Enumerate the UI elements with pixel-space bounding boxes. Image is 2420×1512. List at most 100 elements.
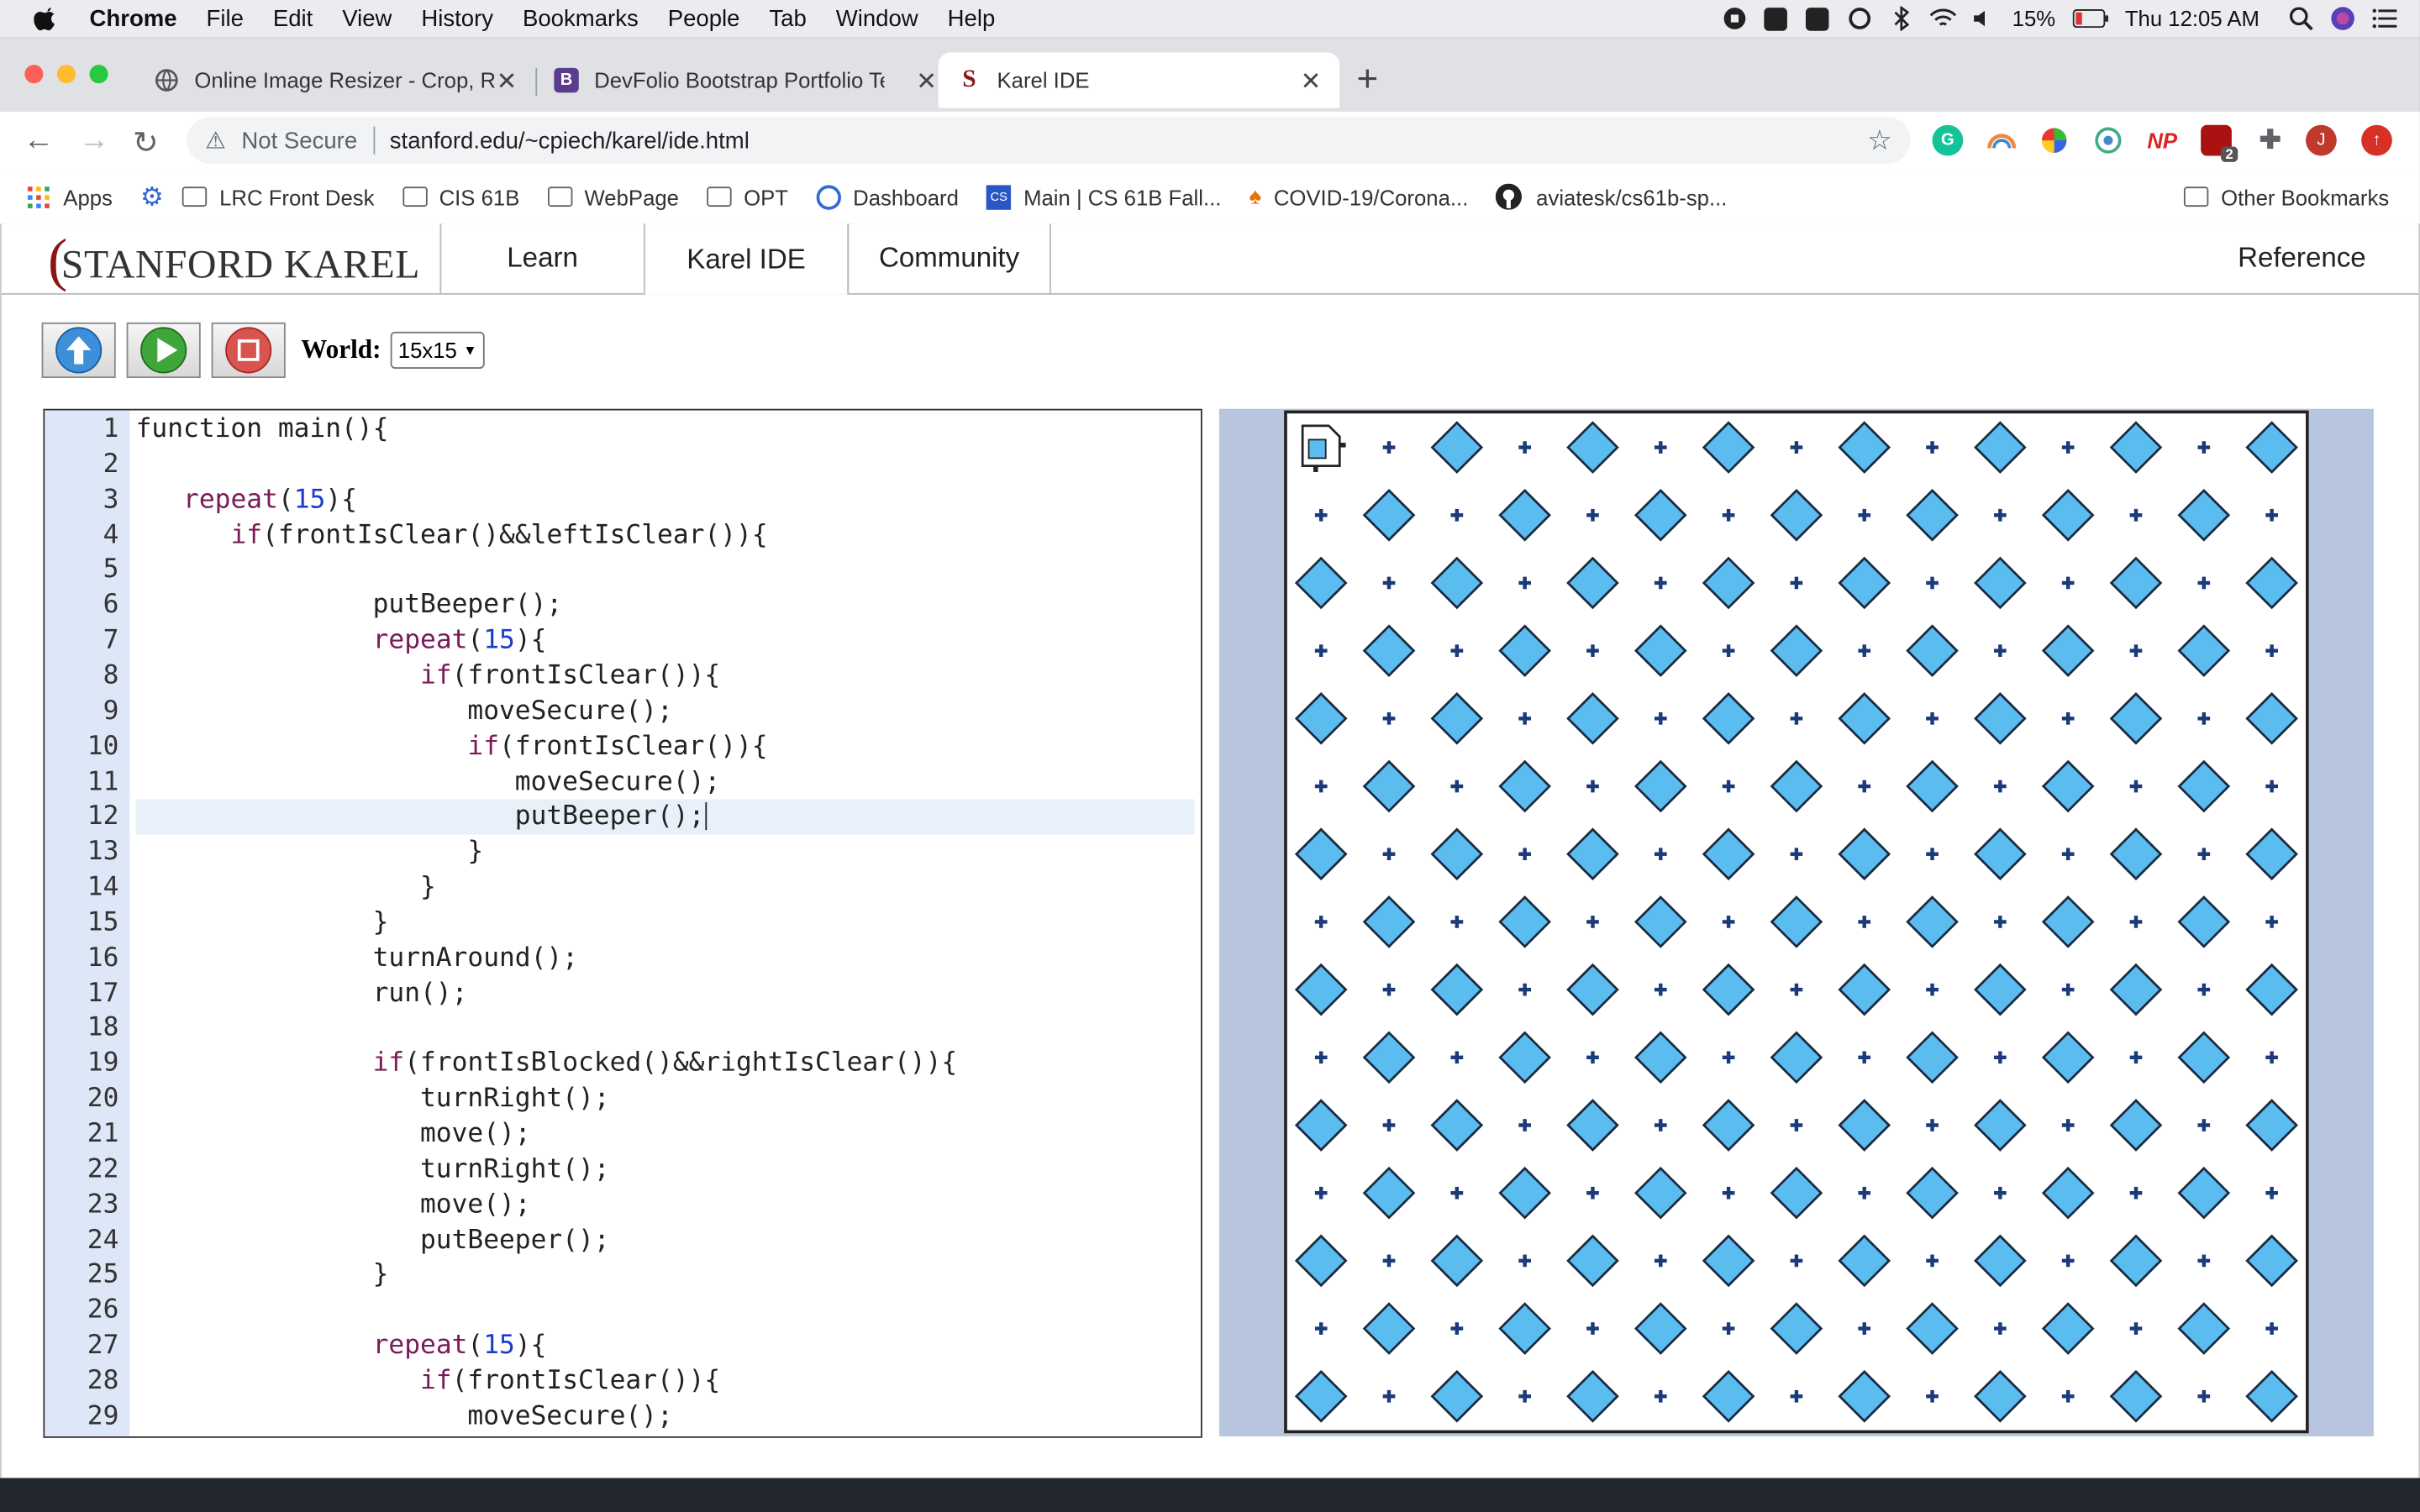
code-line[interactable]: 22 turnRight(); [45,1152,1201,1188]
code-line[interactable]: 9 moveSecure(); [45,694,1201,729]
code-line[interactable]: 25 } [45,1258,1201,1294]
code-line[interactable]: 6 putBeeper(); [45,588,1201,623]
close-tab-icon[interactable]: ✕ [1301,66,1322,97]
bluetooth-icon[interactable] [1887,5,1915,33]
shield-extension-icon[interactable]: 2 [2201,124,2238,162]
spotlight-search-icon[interactable] [2287,5,2315,33]
reload-button[interactable]: ↻ [133,123,159,162]
stanford-karel-logo[interactable]: ( STANFORD KAREL [48,230,420,291]
bookmark-webpage[interactable]: WebPage [547,184,679,209]
nav-reference[interactable]: Reference [2238,242,2366,275]
code-line[interactable]: 17 run(); [45,976,1201,1011]
code-line[interactable]: 3 repeat(15){ [45,482,1201,517]
bookmark-cis-61b[interactable]: CIS 61B [402,184,519,209]
warning-icon[interactable]: ⚠ [205,127,226,154]
menu-tab[interactable]: Tab [769,5,806,31]
code-line[interactable]: 8 if(frontIsClear()){ [45,659,1201,694]
bookmark-apps[interactable]: Apps [26,184,113,209]
world-select[interactable]: 15x15 ▼ [390,331,485,369]
code-line[interactable]: 16 turnAround(); [45,941,1201,976]
bookmark-github[interactable]: aviatesk/cs61b-sp... [1496,183,1727,210]
back-button[interactable]: ← [24,123,55,159]
code-line[interactable]: 23 move(); [45,1188,1201,1223]
grammarly-icon[interactable]: G [1932,124,1964,156]
code-line[interactable]: 18 [45,1011,1201,1047]
code-line[interactable]: 20 turnRight(); [45,1082,1201,1117]
rainbow-arc-icon[interactable] [1986,125,2018,156]
chrome-ext-icon[interactable] [2093,125,2124,156]
step-button[interactable] [41,322,116,378]
nav-learn[interactable]: Learn [439,223,643,293]
menu-history[interactable]: History [421,5,493,31]
profile-avatar[interactable]: J [2306,124,2337,156]
tab-karel-ide[interactable]: S Karel IDE ✕ [938,52,1340,108]
volume-icon[interactable] [1970,5,1998,33]
minimize-window-button[interactable] [56,65,76,84]
code-line[interactable]: 5 [45,553,1201,588]
puzzle-extensions-icon[interactable]: ✚ [2254,125,2286,156]
bookmark-opt[interactable]: OPT [707,184,788,209]
stop-button[interactable] [211,322,286,378]
code-editor[interactable]: 1 function main(){2 3 repeat(15){4 if(fron… [43,408,1202,1438]
apple-icon[interactable] [34,6,58,31]
code-line[interactable]: 29 moveSecure(); [45,1399,1201,1435]
menu-window[interactable]: Window [836,5,918,31]
menu-help[interactable]: Help [948,5,996,31]
tab-devfolio[interactable]: B DevFolio Bootstrap Portfolio Te ✕ [554,52,937,108]
code-line[interactable]: 4 if(frontIsClear()&&leftIsClear()){ [45,517,1201,553]
close-window-button[interactable] [24,65,44,84]
code-line[interactable]: 15 } [45,906,1201,941]
menu-app-name[interactable]: Chrome [90,5,177,31]
bookmark-lrc-front-desk[interactable]: LRC Front Desk [182,184,374,209]
bookmark-covid[interactable]: ♠ COVID-19/Corona... [1249,184,1468,210]
bookmark-star-icon[interactable]: ☆ [1867,125,1892,158]
code-line[interactable]: 24 putBeeper(); [45,1223,1201,1258]
code-line[interactable]: 28 if(frontIsClear()){ [45,1364,1201,1399]
menu-people[interactable]: People [668,5,740,31]
code-line[interactable]: 2 [45,447,1201,482]
url-text[interactable]: stanford.edu/~cpiech/karel/ide.html [390,128,750,154]
code-line[interactable]: 14 } [45,870,1201,906]
forward-button[interactable]: → [79,123,110,159]
zoom-window-button[interactable] [89,65,108,84]
code-line[interactable]: 21 move(); [45,1117,1201,1152]
code-line[interactable]: 19 if(frontIsBlocked()&&rightIsClear()){ [45,1047,1201,1082]
battery-icon[interactable] [2071,5,2112,33]
siri-icon[interactable] [2329,5,2357,33]
close-tab-icon[interactable]: ✕ [916,66,937,97]
menu-file[interactable]: File [207,5,244,31]
code-line[interactable]: 10 if(frontIsClear()){ [45,729,1201,764]
bookmark-settings[interactable]: ⚙ [140,181,164,213]
clock[interactable]: Thu 12:05 AM [2125,6,2260,30]
nav-karel-ide[interactable]: Karel IDE [643,223,850,295]
security-status[interactable]: Not Secure [241,128,357,154]
code-line[interactable]: 26 [45,1294,1201,1329]
close-tab-icon[interactable]: ✕ [497,66,518,97]
code-line[interactable]: 27 repeat(15){ [45,1329,1201,1364]
camera-icon[interactable] [1762,5,1790,33]
sync-icon[interactable] [1845,5,1873,33]
code-line[interactable]: 11 moveSecure(); [45,764,1201,800]
drive-icon[interactable] [1804,5,1832,33]
np-extension-icon[interactable]: NP [2147,125,2178,156]
record-icon[interactable] [1721,5,1749,33]
menu-view[interactable]: View [342,5,392,31]
menu-edit[interactable]: Edit [273,5,313,31]
code-line[interactable]: 7 repeat(15){ [45,623,1201,659]
new-tab-button[interactable]: + [1356,59,1378,102]
address-bar[interactable]: ⚠ Not Secure stanford.edu/~cpiech/karel/… [187,117,1911,164]
update-icon[interactable]: ↑ [2361,124,2392,156]
run-button[interactable] [126,322,201,378]
code-line[interactable]: 1 function main(){ [45,412,1201,447]
color-wheel-icon[interactable] [2039,125,2070,156]
code-line[interactable]: 12 putBeeper(); [45,800,1201,835]
tab-image-resizer[interactable]: Online Image Resizer - Crop, R ✕ [155,52,533,108]
bookmark-other[interactable]: Other Bookmarks [2184,184,2389,209]
wifi-icon[interactable] [1929,5,1957,33]
notification-center-icon[interactable] [2370,5,2398,33]
code-line[interactable]: 13 } [45,835,1201,870]
menu-bookmarks[interactable]: Bookmarks [523,5,639,31]
nav-community[interactable]: Community [847,223,1051,293]
bookmark-dashboard[interactable]: Dashboard [816,184,959,209]
bookmark-cs61b[interactable]: CS Main | CS 61B Fall... [986,184,1221,209]
